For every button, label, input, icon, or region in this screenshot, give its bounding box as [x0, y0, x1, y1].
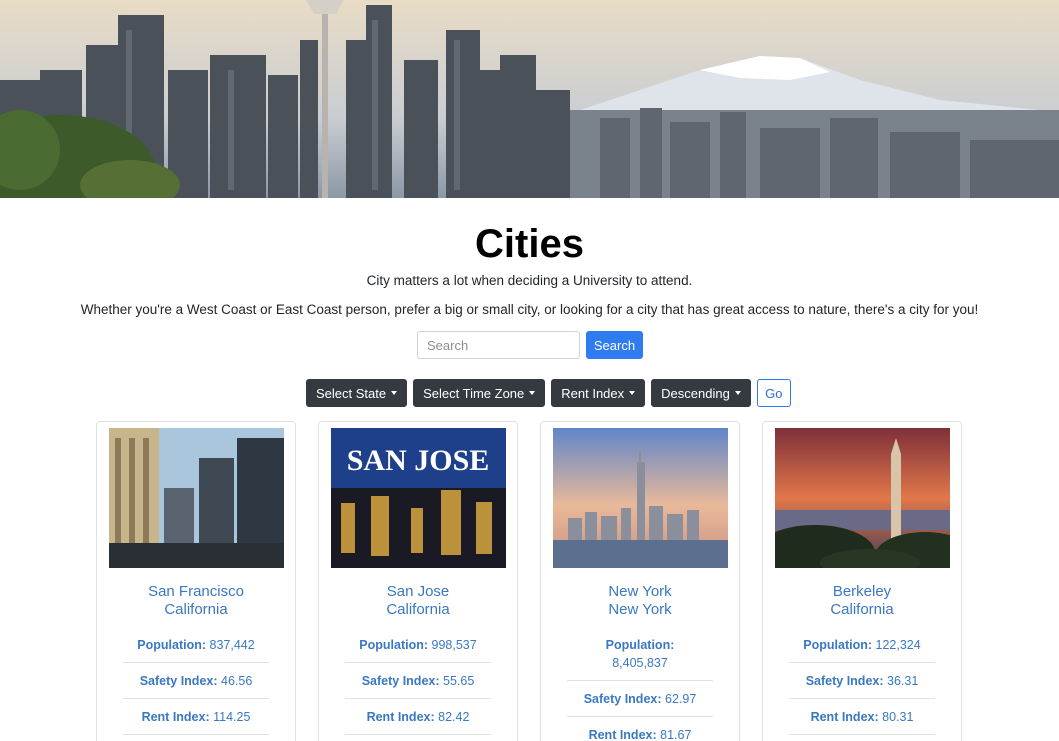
- state-name[interactable]: California: [763, 601, 961, 619]
- caret-down-icon: [529, 391, 536, 395]
- safety-value: 62.97: [665, 692, 697, 706]
- city-image[interactable]: [109, 428, 284, 568]
- hero-banner: [0, 0, 1059, 198]
- city-name[interactable]: New York: [541, 583, 739, 601]
- safety-stat: Safety Index: 36.31: [789, 672, 935, 690]
- state-name[interactable]: California: [97, 601, 295, 619]
- population-value: 122,324: [875, 638, 921, 652]
- divider: [789, 734, 935, 735]
- sort-field-dropdown[interactable]: Rent Index: [551, 379, 646, 407]
- sort-field-label: Rent Index: [561, 385, 625, 401]
- rent-stat: Rent Index: 81.67: [567, 726, 713, 741]
- search-input[interactable]: [417, 331, 580, 359]
- rent-value: 114.25: [213, 710, 251, 724]
- select-timezone-label: Select Time Zone: [423, 385, 525, 401]
- intro-line-1: City matters a lot when deciding a Unive…: [366, 273, 693, 288]
- rent-label: Rent Index:: [810, 710, 879, 724]
- safety-label: Safety Index:: [583, 692, 662, 706]
- search-bar: Search: [417, 331, 643, 359]
- city-image[interactable]: SAN JOSE: [331, 428, 506, 568]
- sort-order-dropdown[interactable]: Descending: [651, 379, 751, 407]
- rent-value: 81.67: [660, 728, 692, 741]
- city-card-san-jose[interactable]: SAN JOSE San Jose California Population:…: [318, 421, 518, 741]
- city-name[interactable]: Berkeley: [763, 583, 961, 601]
- safety-label: Safety Index:: [361, 674, 440, 688]
- city-image[interactable]: [553, 428, 728, 568]
- population-stat: Population: 837,442: [123, 636, 269, 654]
- select-timezone-dropdown[interactable]: Select Time Zone: [413, 379, 546, 407]
- filter-bar: Select State Select Time Zone Rent Index…: [306, 379, 791, 407]
- divider: [345, 698, 491, 699]
- city-name[interactable]: San Francisco: [97, 583, 295, 601]
- city-card-new-york[interactable]: New York New York Population: 8,405,837 S…: [540, 421, 740, 741]
- population-value: 837,442: [209, 638, 255, 652]
- population-label: Population:: [605, 638, 675, 652]
- rent-stat: Rent Index: 114.25: [123, 708, 269, 726]
- safety-label: Safety Index:: [139, 674, 218, 688]
- rent-label: Rent Index:: [141, 710, 210, 724]
- population-value: 8,405,837: [612, 656, 668, 670]
- search-button[interactable]: Search: [586, 331, 643, 359]
- divider: [123, 698, 269, 699]
- state-name[interactable]: New York: [541, 601, 739, 619]
- caret-down-icon: [391, 391, 398, 395]
- divider: [567, 716, 713, 717]
- divider: [789, 698, 935, 699]
- divider: [567, 680, 713, 681]
- safety-value: 55.65: [443, 674, 475, 688]
- divider: [345, 662, 491, 663]
- image-caption: SAN JOSE: [347, 444, 490, 477]
- select-state-dropdown[interactable]: Select State: [306, 379, 408, 407]
- city-card-berkeley[interactable]: Berkeley California Population: 122,324 …: [762, 421, 962, 741]
- skyline-image: [0, 0, 1059, 198]
- caret-down-icon: [629, 391, 636, 395]
- population-stat: Population: 122,324: [789, 636, 935, 654]
- divider: [123, 662, 269, 663]
- state-name[interactable]: California: [319, 601, 517, 619]
- rent-stat: Rent Index: 82.42: [345, 708, 491, 726]
- divider: [345, 734, 491, 735]
- divider: [123, 734, 269, 735]
- population-label: Population:: [137, 638, 207, 652]
- rent-value: 80.31: [882, 710, 914, 724]
- caret-down-icon: [734, 391, 741, 395]
- divider: [789, 662, 935, 663]
- select-state-label: Select State: [316, 385, 387, 401]
- safety-stat: Safety Index: 55.65: [345, 672, 491, 690]
- population-label: Population:: [359, 638, 429, 652]
- rent-label: Rent Index:: [588, 728, 657, 741]
- rent-value: 82.42: [438, 710, 470, 724]
- safety-value: 46.56: [221, 674, 253, 688]
- population-label: Population:: [803, 638, 873, 652]
- population-value: 998,537: [431, 638, 477, 652]
- rent-label: Rent Index:: [366, 710, 435, 724]
- safety-stat: Safety Index: 46.56: [123, 672, 269, 690]
- city-image[interactable]: [775, 428, 950, 568]
- safety-stat: Safety Index: 62.97: [567, 690, 713, 708]
- intro-line-2: Whether you're a West Coast or East Coas…: [80, 302, 979, 317]
- sort-order-label: Descending: [661, 385, 730, 401]
- rent-stat: Rent Index: 80.31: [789, 708, 935, 726]
- safety-value: 36.31: [887, 674, 919, 688]
- page-title: Cities: [475, 222, 584, 266]
- population-stat: Population: 8,405,837: [567, 636, 713, 672]
- population-stat: Population: 998,537: [345, 636, 491, 654]
- city-name[interactable]: San Jose: [319, 583, 517, 601]
- safety-label: Safety Index:: [805, 674, 884, 688]
- city-card-san-francisco[interactable]: San Francisco California Population: 837…: [96, 421, 296, 741]
- go-button[interactable]: Go: [756, 379, 791, 407]
